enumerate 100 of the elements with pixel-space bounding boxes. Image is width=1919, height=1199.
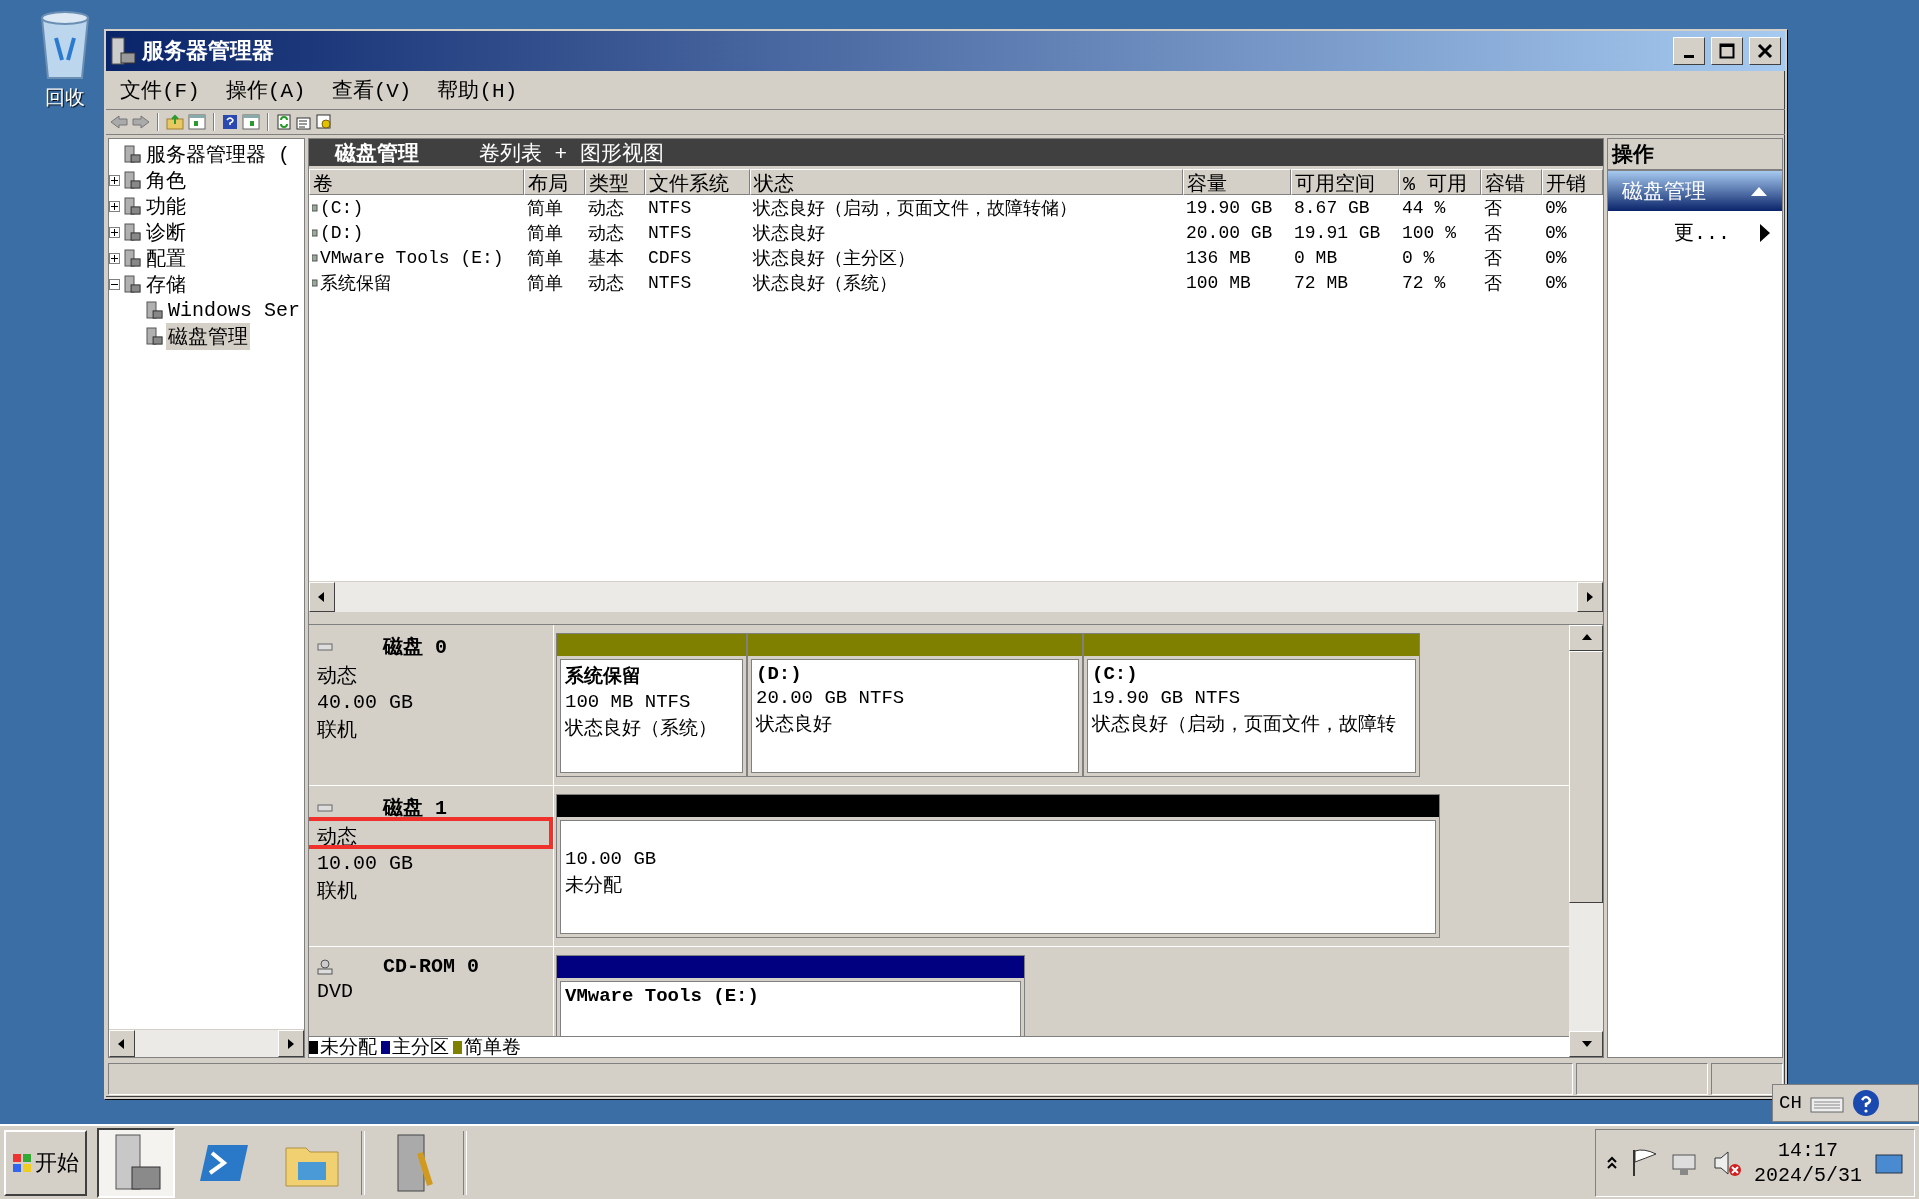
tree-item[interactable]: 角色	[144, 166, 188, 194]
properties-icon[interactable]	[296, 114, 312, 130]
expand-toggle[interactable]	[109, 174, 120, 186]
table-cell-text: 19.90 GB	[1185, 196, 1274, 220]
table-cell-text: 136 MB	[1185, 246, 1252, 270]
table-cell-text: 44 %	[1401, 196, 1447, 220]
table-cell-text: 0 MB	[1293, 246, 1339, 270]
scroll-right-button[interactable]	[1577, 582, 1603, 612]
disk-name: 磁盘 1	[383, 796, 447, 821]
column-header[interactable]: 状态	[750, 169, 1183, 195]
table-cell: (D:)	[309, 220, 524, 245]
disk-name: 磁盘 0	[383, 635, 447, 660]
action-item[interactable]: 更...	[1608, 211, 1782, 254]
desktop-icon-label[interactable]: 回收	[45, 84, 85, 111]
column-header[interactable]: 布局	[524, 169, 585, 195]
table-cell-text: 简单	[526, 197, 564, 220]
actions-title: 操作	[1608, 139, 1782, 171]
partition-block[interactable]: VMware Tools (E:)	[556, 955, 1025, 1036]
tree-item[interactable]: 诊断	[144, 218, 188, 246]
tree-item[interactable]: 存储	[144, 270, 188, 298]
partition-name: 系统保留	[565, 664, 642, 689]
disk-type: 动态	[317, 664, 358, 689]
scrollbar-thumb[interactable]	[1569, 651, 1603, 903]
partition-status: 未分配	[565, 874, 623, 898]
volume-icon	[312, 252, 318, 263]
expand-toggle[interactable]	[109, 278, 120, 290]
table-cell: 系统保留	[309, 270, 524, 295]
partition-size: 20.00 GB NTFS	[756, 687, 906, 709]
help-icon[interactable]	[1851, 1089, 1880, 1117]
column-header[interactable]: 卷	[309, 169, 524, 195]
language-indicator[interactable]: CH	[1779, 1092, 1802, 1114]
menu-item[interactable]: 帮助(H)	[433, 74, 522, 106]
table-cell-text: 动态	[587, 197, 625, 220]
tree-item[interactable]: 功能	[144, 192, 188, 220]
table-cell-text: 72 MB	[1293, 271, 1349, 295]
column-header[interactable]: 可用空间	[1291, 169, 1399, 195]
partition-block[interactable]: (C:) 19.90 GB NTFS 状态良好（启动，页面文件，故障转	[1083, 633, 1420, 777]
table-cell-text: NTFS	[647, 196, 693, 220]
table-cell-text: 基本	[587, 247, 625, 270]
panel-title: 磁盘管理	[335, 141, 419, 167]
pane-icon[interactable]	[242, 114, 260, 130]
partition-block[interactable]: (D:) 20.00 GB NTFS 状态良好	[747, 633, 1083, 777]
back-arrow-icon[interactable]	[110, 114, 128, 130]
partition-status: 状态良好（启动，页面文件，故障转	[1092, 713, 1397, 737]
table-cell-text: 动态	[587, 222, 625, 245]
server-icon	[123, 275, 141, 293]
column-header[interactable]: 文件系统	[645, 169, 750, 195]
column-header[interactable]: 开销	[1542, 169, 1603, 195]
tree-item[interactable]: 服务器管理器 (	[144, 140, 292, 168]
table-cell-text: 简单	[526, 222, 564, 245]
disk-drive-icon	[317, 641, 333, 652]
expand-toggle[interactable]	[109, 226, 120, 238]
tree-item[interactable]: 磁盘管理	[166, 322, 250, 350]
expand-toggle[interactable]	[109, 252, 120, 264]
column-header[interactable]: % 可用	[1399, 169, 1481, 195]
minimize-button[interactable]	[1673, 37, 1705, 65]
settings-icon[interactable]	[316, 114, 332, 130]
expand-toggle[interactable]	[109, 200, 120, 212]
actions-section-header[interactable]: 磁盘管理	[1608, 171, 1782, 211]
scroll-down-button[interactable]	[1569, 1031, 1603, 1057]
app-icon	[110, 37, 136, 65]
server-icon	[145, 301, 163, 319]
column-header[interactable]: 容量	[1183, 169, 1291, 195]
server-icon	[123, 249, 141, 267]
column-header[interactable]: 容错	[1481, 169, 1542, 195]
scroll-right-button[interactable]	[278, 1030, 304, 1057]
partition-block[interactable]: 10.00 GB 未分配	[556, 794, 1440, 938]
table-cell-text: 状态良好（系统）	[752, 272, 898, 295]
scroll-left-button[interactable]	[309, 582, 335, 612]
tree-item[interactable]: 配置	[144, 244, 188, 272]
forward-arrow-icon[interactable]	[132, 114, 150, 130]
pane-icon[interactable]	[188, 114, 206, 130]
windows-flag-icon	[12, 1152, 32, 1173]
server-icon	[123, 145, 141, 163]
scroll-up-button[interactable]	[1569, 625, 1603, 651]
menu-item[interactable]: 查看(V)	[327, 74, 416, 106]
refresh-icon[interactable]	[276, 114, 292, 130]
menu-item[interactable]: 操作(A)	[221, 74, 310, 106]
help-icon[interactable]	[222, 114, 238, 130]
disk-status: 联机	[317, 879, 358, 904]
table-cell-text: 简单	[526, 272, 564, 295]
disk-size: 40.00 GB	[317, 691, 414, 714]
close-button[interactable]	[1749, 37, 1781, 65]
partition-block[interactable]: 系统保留 100 MB NTFS 状态良好（系统）	[556, 633, 747, 777]
table-cell-text: 0%	[1544, 221, 1568, 245]
partition-size: 100 MB NTFS	[565, 691, 692, 713]
table-cell: VMware Tools (E:)	[309, 245, 524, 270]
maximize-button[interactable]	[1711, 37, 1743, 65]
taskbar-button[interactable]	[97, 1127, 175, 1198]
start-button[interactable]: 开始	[4, 1129, 87, 1196]
column-header[interactable]: 类型	[585, 169, 645, 195]
table-cell-text: NTFS	[647, 271, 693, 295]
scroll-left-button[interactable]	[109, 1030, 135, 1057]
partition-name: (C:)	[1092, 663, 1139, 685]
table-cell-text: 否	[1483, 197, 1503, 220]
server-icon	[123, 197, 141, 215]
minimize-icon	[1684, 55, 1694, 58]
table-cell-text: 20.00 GB	[1185, 221, 1274, 245]
tree-item[interactable]: Windows Ser	[166, 298, 303, 322]
menu-item[interactable]: 文件(F)	[116, 74, 204, 106]
